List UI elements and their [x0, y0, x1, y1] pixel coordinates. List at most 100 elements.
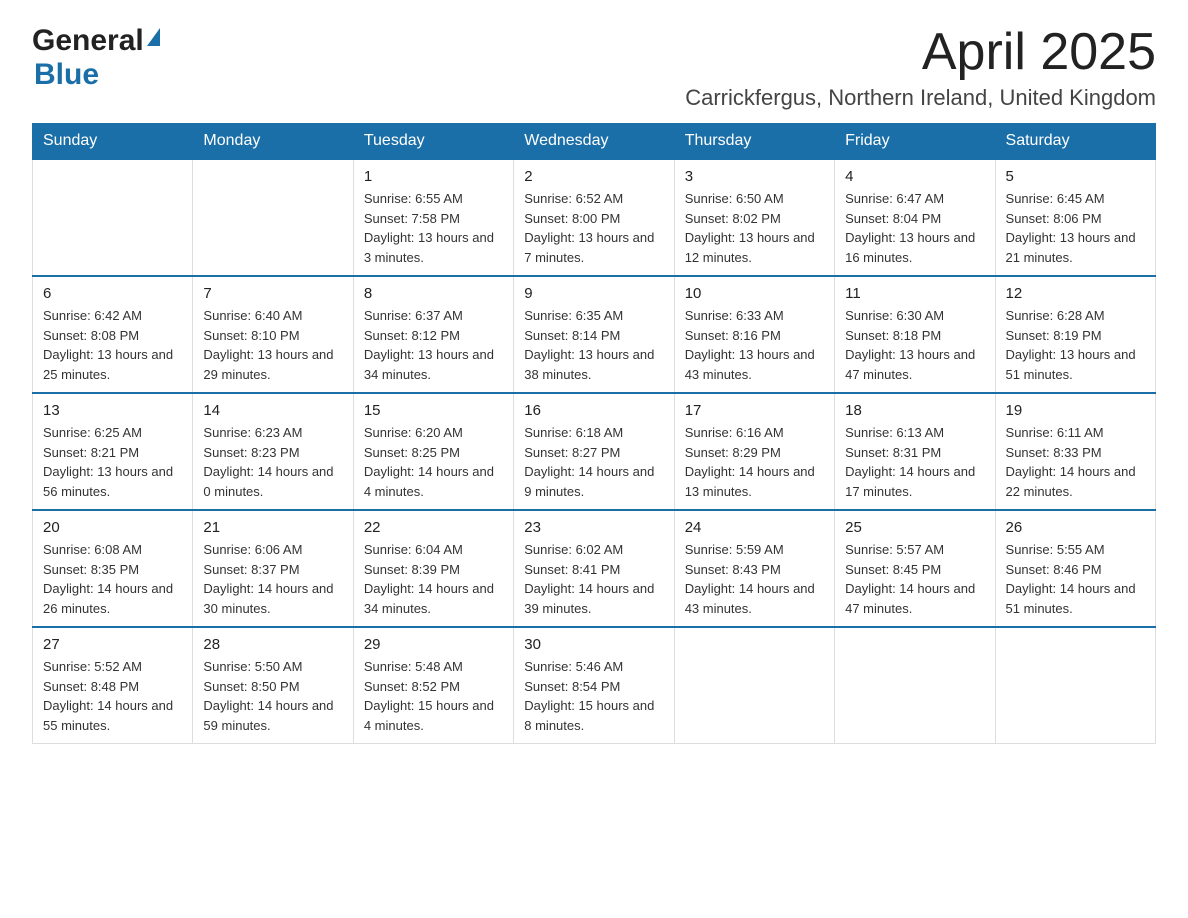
day-info: Sunrise: 6:47 AM Sunset: 8:04 PM Dayligh…	[845, 189, 984, 267]
sunset-text: Sunset: 8:10 PM	[203, 328, 299, 343]
sunrise-text: Sunrise: 6:16 AM	[685, 425, 784, 440]
calendar-day-cell: 8 Sunrise: 6:37 AM Sunset: 8:12 PM Dayli…	[353, 276, 513, 393]
day-info: Sunrise: 6:11 AM Sunset: 8:33 PM Dayligh…	[1006, 423, 1145, 501]
calendar-week-row: 27 Sunrise: 5:52 AM Sunset: 8:48 PM Dayl…	[33, 627, 1156, 744]
calendar-day-cell: 5 Sunrise: 6:45 AM Sunset: 8:06 PM Dayli…	[995, 159, 1155, 276]
calendar-day-cell: 15 Sunrise: 6:20 AM Sunset: 8:25 PM Dayl…	[353, 393, 513, 510]
day-of-week-header: Wednesday	[514, 124, 674, 160]
day-info: Sunrise: 5:57 AM Sunset: 8:45 PM Dayligh…	[845, 540, 984, 618]
sunset-text: Sunset: 8:35 PM	[43, 562, 139, 577]
day-number: 4	[845, 168, 984, 185]
sunset-text: Sunset: 8:39 PM	[364, 562, 460, 577]
day-info: Sunrise: 6:08 AM Sunset: 8:35 PM Dayligh…	[43, 540, 182, 618]
daylight-text: Daylight: 14 hours and 17 minutes.	[845, 464, 975, 499]
calendar-day-cell: 4 Sunrise: 6:47 AM Sunset: 8:04 PM Dayli…	[835, 159, 995, 276]
daylight-text: Daylight: 14 hours and 4 minutes.	[364, 464, 494, 499]
day-info: Sunrise: 6:33 AM Sunset: 8:16 PM Dayligh…	[685, 306, 824, 384]
day-number: 3	[685, 168, 824, 185]
logo: General Blue	[32, 24, 163, 92]
day-info: Sunrise: 6:30 AM Sunset: 8:18 PM Dayligh…	[845, 306, 984, 384]
day-number: 12	[1006, 285, 1145, 302]
sunset-text: Sunset: 8:46 PM	[1006, 562, 1102, 577]
calendar-day-cell: 26 Sunrise: 5:55 AM Sunset: 8:46 PM Dayl…	[995, 510, 1155, 627]
day-of-week-header: Friday	[835, 124, 995, 160]
day-number: 15	[364, 402, 503, 419]
calendar-day-cell: 11 Sunrise: 6:30 AM Sunset: 8:18 PM Dayl…	[835, 276, 995, 393]
day-info: Sunrise: 6:25 AM Sunset: 8:21 PM Dayligh…	[43, 423, 182, 501]
day-number: 28	[203, 636, 342, 653]
sunset-text: Sunset: 8:31 PM	[845, 445, 941, 460]
day-info: Sunrise: 6:55 AM Sunset: 7:58 PM Dayligh…	[364, 189, 503, 267]
daylight-text: Daylight: 13 hours and 56 minutes.	[43, 464, 173, 499]
day-of-week-header: Thursday	[674, 124, 834, 160]
sunrise-text: Sunrise: 6:52 AM	[524, 191, 623, 206]
day-number: 16	[524, 402, 663, 419]
sunrise-text: Sunrise: 6:08 AM	[43, 542, 142, 557]
sunset-text: Sunset: 8:37 PM	[203, 562, 299, 577]
sunset-text: Sunset: 8:41 PM	[524, 562, 620, 577]
daylight-text: Daylight: 13 hours and 12 minutes.	[685, 230, 815, 265]
day-info: Sunrise: 6:02 AM Sunset: 8:41 PM Dayligh…	[524, 540, 663, 618]
daylight-text: Daylight: 14 hours and 55 minutes.	[43, 698, 173, 733]
daylight-text: Daylight: 13 hours and 21 minutes.	[1006, 230, 1136, 265]
sunrise-text: Sunrise: 6:23 AM	[203, 425, 302, 440]
calendar-day-cell: 23 Sunrise: 6:02 AM Sunset: 8:41 PM Dayl…	[514, 510, 674, 627]
sunrise-text: Sunrise: 6:25 AM	[43, 425, 142, 440]
day-number: 20	[43, 519, 182, 536]
day-number: 11	[845, 285, 984, 302]
daylight-text: Daylight: 14 hours and 9 minutes.	[524, 464, 654, 499]
sunrise-text: Sunrise: 6:04 AM	[364, 542, 463, 557]
day-info: Sunrise: 5:59 AM Sunset: 8:43 PM Dayligh…	[685, 540, 824, 618]
calendar-day-cell: 21 Sunrise: 6:06 AM Sunset: 8:37 PM Dayl…	[193, 510, 353, 627]
calendar-day-cell: 28 Sunrise: 5:50 AM Sunset: 8:50 PM Dayl…	[193, 627, 353, 744]
calendar-day-cell: 24 Sunrise: 5:59 AM Sunset: 8:43 PM Dayl…	[674, 510, 834, 627]
calendar-week-row: 20 Sunrise: 6:08 AM Sunset: 8:35 PM Dayl…	[33, 510, 1156, 627]
calendar-day-cell: 10 Sunrise: 6:33 AM Sunset: 8:16 PM Dayl…	[674, 276, 834, 393]
calendar-day-cell: 22 Sunrise: 6:04 AM Sunset: 8:39 PM Dayl…	[353, 510, 513, 627]
logo-general-text: General	[32, 24, 144, 58]
sunrise-text: Sunrise: 5:46 AM	[524, 659, 623, 674]
calendar-day-cell: 14 Sunrise: 6:23 AM Sunset: 8:23 PM Dayl…	[193, 393, 353, 510]
day-info: Sunrise: 6:40 AM Sunset: 8:10 PM Dayligh…	[203, 306, 342, 384]
logo-blue-text: Blue	[34, 58, 99, 91]
calendar-table: SundayMondayTuesdayWednesdayThursdayFrid…	[32, 123, 1156, 744]
sunrise-text: Sunrise: 6:35 AM	[524, 308, 623, 323]
day-number: 1	[364, 168, 503, 185]
daylight-text: Daylight: 13 hours and 51 minutes.	[1006, 347, 1136, 382]
sunset-text: Sunset: 8:29 PM	[685, 445, 781, 460]
daylight-text: Daylight: 14 hours and 39 minutes.	[524, 581, 654, 616]
daylight-text: Daylight: 13 hours and 38 minutes.	[524, 347, 654, 382]
day-info: Sunrise: 6:50 AM Sunset: 8:02 PM Dayligh…	[685, 189, 824, 267]
day-of-week-header: Saturday	[995, 124, 1155, 160]
day-number: 23	[524, 519, 663, 536]
day-number: 27	[43, 636, 182, 653]
daylight-text: Daylight: 14 hours and 30 minutes.	[203, 581, 333, 616]
sunrise-text: Sunrise: 6:28 AM	[1006, 308, 1105, 323]
day-info: Sunrise: 6:20 AM Sunset: 8:25 PM Dayligh…	[364, 423, 503, 501]
daylight-text: Daylight: 13 hours and 47 minutes.	[845, 347, 975, 382]
sunset-text: Sunset: 8:48 PM	[43, 679, 139, 694]
sunrise-text: Sunrise: 5:52 AM	[43, 659, 142, 674]
calendar-day-cell	[674, 627, 834, 744]
sunset-text: Sunset: 8:21 PM	[43, 445, 139, 460]
day-number: 9	[524, 285, 663, 302]
day-info: Sunrise: 6:16 AM Sunset: 8:29 PM Dayligh…	[685, 423, 824, 501]
day-number: 8	[364, 285, 503, 302]
sunrise-text: Sunrise: 6:11 AM	[1006, 425, 1104, 440]
month-title: April 2025	[685, 24, 1156, 81]
day-number: 14	[203, 402, 342, 419]
calendar-day-cell	[835, 627, 995, 744]
calendar-day-cell	[33, 159, 193, 276]
sunset-text: Sunset: 8:27 PM	[524, 445, 620, 460]
daylight-text: Daylight: 14 hours and 34 minutes.	[364, 581, 494, 616]
daylight-text: Daylight: 13 hours and 7 minutes.	[524, 230, 654, 265]
day-number: 25	[845, 519, 984, 536]
sunset-text: Sunset: 8:04 PM	[845, 211, 941, 226]
sunset-text: Sunset: 7:58 PM	[364, 211, 460, 226]
logo-arrow-icon	[147, 28, 160, 46]
calendar-day-cell: 7 Sunrise: 6:40 AM Sunset: 8:10 PM Dayli…	[193, 276, 353, 393]
day-info: Sunrise: 5:55 AM Sunset: 8:46 PM Dayligh…	[1006, 540, 1145, 618]
day-info: Sunrise: 6:35 AM Sunset: 8:14 PM Dayligh…	[524, 306, 663, 384]
calendar-day-cell: 13 Sunrise: 6:25 AM Sunset: 8:21 PM Dayl…	[33, 393, 193, 510]
daylight-text: Daylight: 14 hours and 59 minutes.	[203, 698, 333, 733]
